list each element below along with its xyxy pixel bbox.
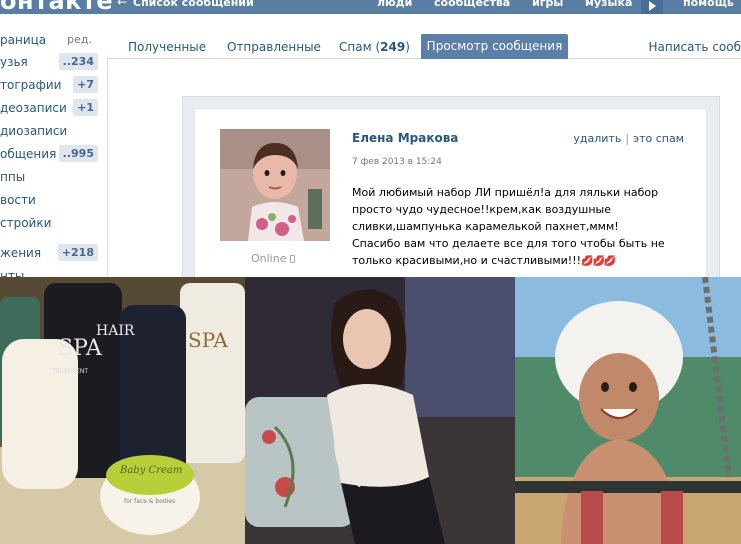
tab-received[interactable]: Полученные bbox=[128, 40, 206, 54]
online-label: Online bbox=[251, 252, 287, 265]
mobile-icon bbox=[289, 255, 295, 263]
menu-item-page[interactable]: раница ред. bbox=[0, 30, 100, 50]
menu-item-friends[interactable]: узья ..234 bbox=[0, 52, 100, 72]
menu-item-messages[interactable]: общения ..995 bbox=[0, 144, 100, 164]
content-divider bbox=[107, 59, 108, 289]
child-photo bbox=[515, 277, 741, 544]
product-label-spa-2: SPA bbox=[188, 328, 228, 352]
products-photo: SPA HAIR TREATMENT SPA Baby Cream for fa… bbox=[0, 277, 245, 544]
back-arrow-icon[interactable]: ← bbox=[117, 0, 127, 9]
message-date: 7 фев 2013 в 15:24 bbox=[352, 157, 442, 167]
menu-badge: ..995 bbox=[58, 145, 98, 162]
message-card: Online Елена Мракова 7 фев 2013 в 15:24 … bbox=[194, 108, 707, 298]
menu-item-label: узья bbox=[0, 55, 28, 69]
menu-item-photos[interactable]: тографии +7 bbox=[0, 75, 100, 95]
menu-item-label: диозаписи bbox=[0, 124, 68, 138]
message-line: только красивыми,но и счастливыми!!! bbox=[352, 254, 582, 267]
menu-item-label: общения bbox=[0, 147, 57, 161]
message-body: Мой любимый набор ЛИ пришёл!а для ляльки… bbox=[352, 184, 682, 270]
menu-item-label: вости bbox=[0, 193, 36, 207]
tab-spam-label: Спам ( bbox=[339, 40, 381, 54]
delete-link[interactable]: удалить bbox=[573, 132, 621, 145]
product-label-baby-cream: Baby Cream bbox=[119, 465, 182, 476]
menu-item-label: раница bbox=[0, 33, 47, 47]
menu-item-groups[interactable]: ппы bbox=[0, 167, 100, 187]
message-line: Мой любимый набор ЛИ пришёл!а для ляльки… bbox=[352, 186, 659, 199]
lips-emoji-icon: 💋💋💋 bbox=[581, 256, 616, 267]
message-line-last: только красивыми,но и счастливыми!!!💋💋💋 bbox=[352, 252, 682, 270]
nav-communities[interactable]: сообщества bbox=[434, 0, 510, 9]
nav-people[interactable]: люди bbox=[377, 0, 412, 9]
attached-photo-products[interactable]: SPA HAIR TREATMENT SPA Baby Cream for fa… bbox=[0, 277, 245, 544]
avatar[interactable] bbox=[220, 129, 330, 241]
product-label-face-body: for face & bodies bbox=[124, 498, 175, 505]
tab-spam[interactable]: Спам (249) bbox=[339, 40, 410, 54]
menu-item-label: деозаписи bbox=[0, 101, 67, 115]
back-to-list-link[interactable]: Список сообщений bbox=[133, 0, 254, 9]
product-label-hair: HAIR bbox=[96, 323, 135, 339]
menu-badge: +1 bbox=[73, 99, 98, 116]
message-line: просто чудо чудесное!!крем,как воздушные bbox=[352, 203, 611, 216]
online-status: Online bbox=[251, 252, 295, 265]
menu-item-apps[interactable]: жения +218 bbox=[0, 243, 100, 263]
attached-photo-woman[interactable] bbox=[245, 277, 515, 544]
play-icon[interactable] bbox=[641, 0, 663, 14]
menu-badge: ..234 bbox=[58, 53, 98, 70]
message-line: Спасибо вам что делаете все для того что… bbox=[352, 237, 665, 250]
message-line: сливки,шампунька карамелькой пахнет,ммм! bbox=[352, 220, 619, 233]
menu-item-label: ппы bbox=[0, 170, 26, 184]
message-tabs: Полученные Отправленные Спам (249) Просм… bbox=[107, 32, 741, 59]
avatar-photo bbox=[220, 129, 330, 241]
site-logo[interactable]: онтакте bbox=[0, 0, 113, 14]
spam-link[interactable]: это спам bbox=[633, 132, 684, 145]
attached-photo-child[interactable] bbox=[515, 277, 741, 544]
tab-view-message[interactable]: Просмотр сообщения bbox=[421, 34, 568, 59]
menu-item-audio[interactable]: диозаписи bbox=[0, 121, 100, 141]
message-actions: удалить | это спам bbox=[573, 132, 684, 145]
action-separator: | bbox=[625, 132, 630, 145]
tab-sent[interactable]: Отправленные bbox=[227, 40, 321, 54]
menu-item-label: жения bbox=[0, 246, 42, 260]
menu-badge: +218 bbox=[57, 244, 98, 261]
menu-item-label: тографии bbox=[0, 78, 62, 92]
menu-item-videos[interactable]: деозаписи +1 bbox=[0, 98, 100, 118]
menu-item-news[interactable]: вости bbox=[0, 190, 100, 210]
write-message-link[interactable]: Написать сооб bbox=[648, 40, 741, 54]
nav-music[interactable]: музыка bbox=[585, 0, 632, 9]
message-container: Online Елена Мракова 7 фев 2013 в 15:24 … bbox=[182, 96, 720, 298]
nav-help[interactable]: помощь bbox=[683, 0, 734, 9]
tab-spam-count: 249 bbox=[380, 40, 406, 54]
menu-edit-link[interactable]: ред. bbox=[67, 33, 92, 46]
menu-item-settings[interactable]: стройки bbox=[0, 213, 100, 233]
product-label-spa: SPA bbox=[58, 336, 103, 361]
menu-item-label: стройки bbox=[0, 216, 52, 230]
woman-photo bbox=[245, 277, 515, 544]
message-author[interactable]: Елена Мракова bbox=[352, 131, 458, 145]
nav-games[interactable]: игры bbox=[532, 0, 563, 9]
menu-badge: +7 bbox=[73, 76, 98, 93]
product-label-treatment: TREATMENT bbox=[51, 368, 88, 375]
top-header: онтакте ← Список сообщений люди сообщест… bbox=[0, 0, 741, 14]
tab-spam-close: ) bbox=[405, 40, 410, 54]
